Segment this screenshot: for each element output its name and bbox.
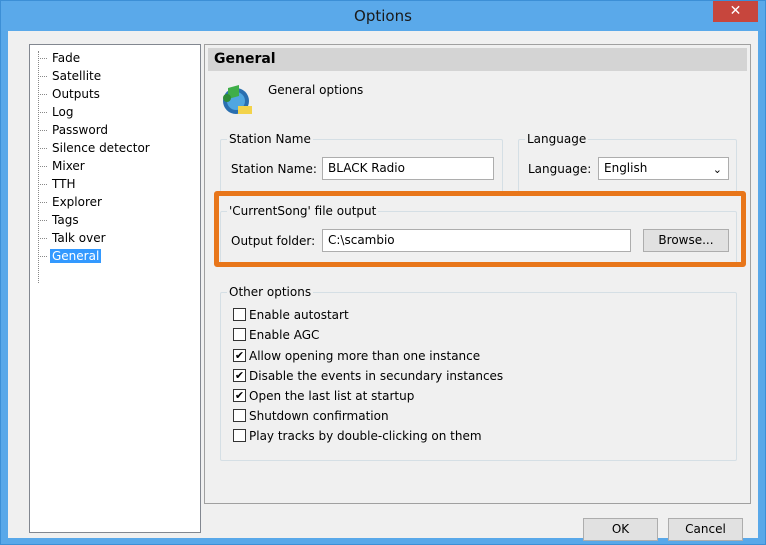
cancel-button[interactable]: Cancel xyxy=(668,518,743,541)
window-title: Options xyxy=(354,7,412,25)
options-window: Options ✕ Fade Satellite Outputs Log Pas… xyxy=(0,0,766,545)
tree-item-label: Fade xyxy=(52,51,81,65)
panel-subtitle: General options xyxy=(268,83,364,97)
checkbox-label: Play tracks by double-clicking on them xyxy=(249,429,482,443)
tree-item-label: General xyxy=(50,249,102,263)
language-group-label: Language xyxy=(525,132,589,146)
tree-item-label: TTH xyxy=(52,177,76,191)
checkbox-box[interactable] xyxy=(233,328,246,341)
general-panel: General General options Station Name Sta… xyxy=(204,44,751,504)
ok-button[interactable]: OK xyxy=(583,518,658,541)
tree-item-tags[interactable]: Tags xyxy=(36,211,200,229)
tree-item-label: Log xyxy=(52,105,74,119)
tree-item-silence-detector[interactable]: Silence detector xyxy=(36,139,200,157)
tree-item-satellite[interactable]: Satellite xyxy=(36,67,200,85)
station-name-group: Station Name Station Name: BLACK Radio xyxy=(220,132,503,193)
checkbox-label: Shutdown confirmation xyxy=(249,409,389,423)
enable-autostart-checkbox[interactable]: Enable autostart xyxy=(233,307,349,325)
tree-item-mixer[interactable]: Mixer xyxy=(36,157,200,175)
open-last-list-checkbox[interactable]: ✔ Open the last list at startup xyxy=(233,388,414,406)
language-label: Language: xyxy=(528,162,592,176)
allow-multiple-instances-checkbox[interactable]: ✔ Allow opening more than one instance xyxy=(233,348,480,366)
checkbox-label: Allow opening more than one instance xyxy=(249,349,481,363)
station-name-input[interactable]: BLACK Radio xyxy=(322,157,494,180)
tree-item-label: Tags xyxy=(52,213,79,227)
double-click-play-checkbox[interactable]: Play tracks by double-clicking on them xyxy=(233,428,482,446)
highlight-annotation-box xyxy=(214,191,746,267)
checkbox-label: Open the last list at startup xyxy=(249,389,415,403)
tree-item-tth[interactable]: TTH xyxy=(36,175,200,193)
checkbox-label: Disable the events in secundary instance… xyxy=(249,369,504,383)
tree-item-label: Mixer xyxy=(52,159,85,173)
tree-item-explorer[interactable]: Explorer xyxy=(36,193,200,211)
checkbox-label: Enable AGC xyxy=(249,328,320,342)
checkbox-box[interactable] xyxy=(233,409,246,422)
radio-logo-icon xyxy=(223,85,252,114)
options-tree[interactable]: Fade Satellite Outputs Log Password Sile… xyxy=(29,44,201,533)
check-icon[interactable]: ✔ xyxy=(233,369,246,382)
language-group: Language Language: English ⌄ xyxy=(518,132,737,193)
panel-header: General xyxy=(208,48,747,71)
language-select[interactable]: English ⌄ xyxy=(598,157,729,180)
tree-item-password[interactable]: Password xyxy=(36,121,200,139)
tree-item-talk-over[interactable]: Talk over xyxy=(36,229,200,247)
title-bar[interactable]: Options ✕ xyxy=(1,1,765,31)
tree-item-log[interactable]: Log xyxy=(36,103,200,121)
tree-item-label: Talk over xyxy=(52,231,106,245)
language-select-value: English xyxy=(604,161,648,175)
disable-secondary-events-checkbox[interactable]: ✔ Disable the events in secundary instanc… xyxy=(233,368,503,386)
close-button[interactable]: ✕ xyxy=(713,1,758,22)
other-options-group: Other options Enable autostart Enable AG… xyxy=(220,285,737,461)
checkbox-label: Enable autostart xyxy=(249,308,349,322)
tree-item-label: Satellite xyxy=(52,69,102,83)
tree-item-label: Silence detector xyxy=(52,141,150,155)
shutdown-confirmation-checkbox[interactable]: Shutdown confirmation xyxy=(233,408,389,426)
enable-agc-checkbox[interactable]: Enable AGC xyxy=(233,327,319,345)
tree-item-label: Outputs xyxy=(52,87,100,101)
tree-item-label: Explorer xyxy=(52,195,102,209)
chevron-down-icon: ⌄ xyxy=(712,163,722,176)
dialog-client-area: Fade Satellite Outputs Log Password Sile… xyxy=(8,31,758,541)
tree-item-general[interactable]: General xyxy=(36,247,200,265)
tree-item-outputs[interactable]: Outputs xyxy=(36,85,200,103)
tree-item-label: Password xyxy=(52,123,109,137)
check-icon[interactable]: ✔ xyxy=(233,389,246,402)
checkbox-box[interactable] xyxy=(233,308,246,321)
station-name-label: Station Name: xyxy=(231,162,317,176)
check-icon[interactable]: ✔ xyxy=(233,349,246,362)
tree-item-fade[interactable]: Fade xyxy=(36,49,200,67)
checkbox-box[interactable] xyxy=(233,429,246,442)
other-options-group-label: Other options xyxy=(227,285,314,299)
station-name-group-label: Station Name xyxy=(227,132,313,146)
